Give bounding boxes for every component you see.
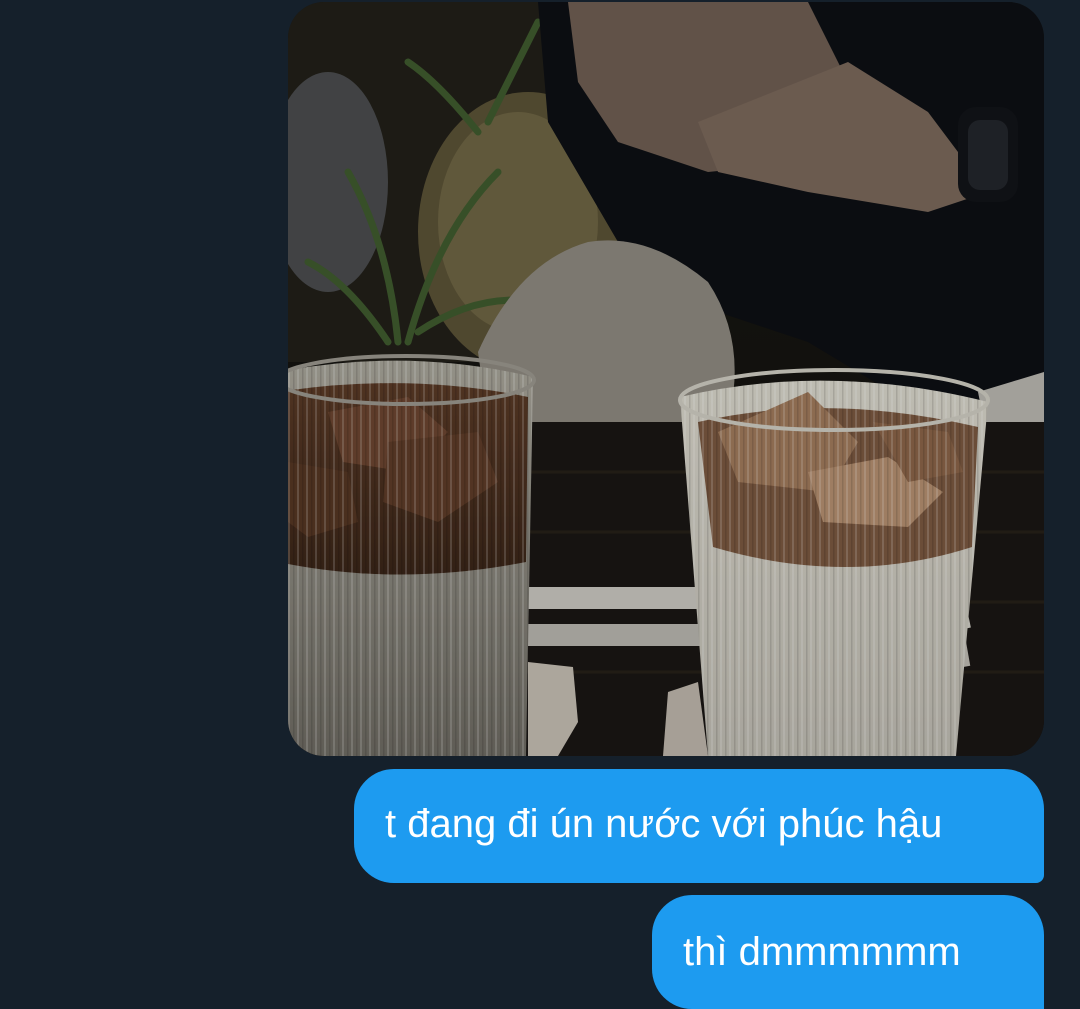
photo-image [288, 2, 1044, 756]
message-bubble-outgoing[interactable]: t đang đi ún nước với phúc hậu [354, 769, 1044, 883]
message-text: t đang đi ún nước với phúc hậu [385, 802, 943, 846]
message-text: thì dmmmmmm [683, 930, 961, 974]
dm-conversation: t đang đi ún nước với phúc hậu thì dmmmm… [0, 0, 1080, 1009]
message-photo[interactable] [288, 2, 1044, 756]
message-bubble-outgoing[interactable]: thì dmmmmmm [652, 895, 1044, 1009]
